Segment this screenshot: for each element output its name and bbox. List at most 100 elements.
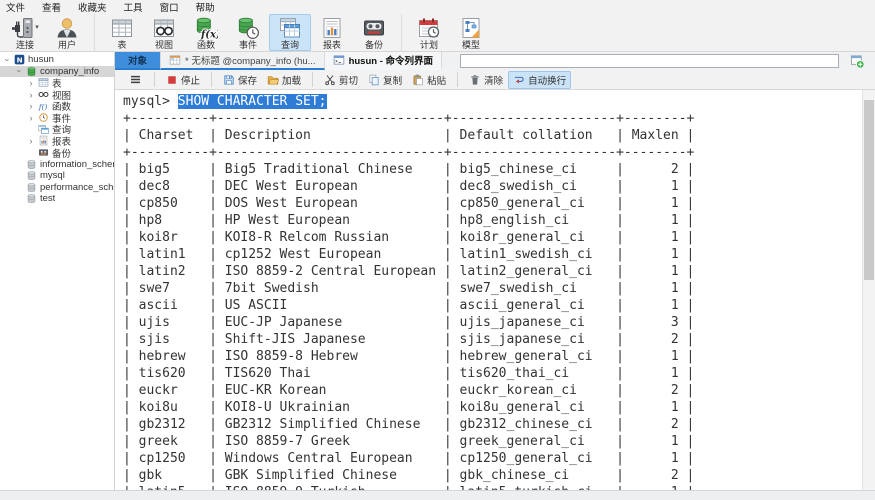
- console-toolbar-button-label: 停止: [181, 73, 200, 87]
- status-bar: [0, 490, 875, 500]
- sql-command-selected[interactable]: SHOW CHARACTER SET;: [178, 94, 327, 109]
- app-window: 文件 查看 收藏夹 工具 窗口 帮助: [0, 0, 875, 500]
- tree-item-label: performance_schema: [40, 182, 114, 193]
- toolbar-button[interactable]: 报表: [311, 14, 353, 51]
- expander-chevron-icon[interactable]: [27, 136, 35, 146]
- scrollbar-thumb[interactable]: [864, 100, 874, 280]
- console-toolbar-button[interactable]: 保存: [218, 71, 262, 89]
- query-icon: [278, 16, 302, 40]
- new-tab-icon: [850, 54, 865, 69]
- toolbar-button-label: 模型: [462, 40, 480, 50]
- toolbar-group: ▾ 连接 用户: [4, 14, 88, 51]
- expander-chevron-icon[interactable]: [27, 90, 35, 100]
- toolbar-button[interactable]: 备份: [353, 14, 395, 51]
- table-icon: [110, 16, 134, 40]
- console-toolbar-button[interactable]: 自动换行: [508, 71, 571, 89]
- save-icon: [223, 74, 235, 86]
- console-menu-button[interactable]: [123, 73, 148, 86]
- tab-bar-filler: [442, 52, 875, 70]
- report-icon: [320, 16, 344, 40]
- console-toolbar-button[interactable]: 停止: [161, 71, 205, 89]
- console-toolbar-button-label: 复制: [383, 73, 402, 87]
- tree-item[interactable]: husun: [0, 54, 114, 66]
- tree-item[interactable]: information_schema: [0, 158, 114, 170]
- wrap-icon: [513, 74, 525, 86]
- console-toolbar-button-label: 自动换行: [528, 73, 566, 87]
- menu-item[interactable]: 查看: [42, 0, 61, 14]
- view-icon: [152, 16, 176, 40]
- menu-item[interactable]: 收藏夹: [78, 0, 107, 14]
- toolbar-button[interactable]: 视图: [143, 14, 185, 51]
- console-toolbar-group: 停止: [154, 72, 205, 87]
- clear-icon: [469, 74, 481, 86]
- toolbar-button[interactable]: 计划: [408, 14, 450, 51]
- console-toolbar-button-label: 加载: [282, 73, 301, 87]
- new-tab-button[interactable]: [847, 54, 867, 69]
- toolbar-button[interactable]: 模型: [450, 14, 492, 51]
- menu-item[interactable]: 工具: [124, 0, 143, 14]
- tree-item[interactable]: performance_schema: [0, 182, 114, 194]
- tab-bar: 对象 * 无标题 @company_info (hu... husun - 命令…: [115, 52, 875, 70]
- load-icon: [267, 74, 279, 86]
- tab[interactable]: 对象: [115, 52, 161, 70]
- console-output[interactable]: mysql> SHOW CHARACTER SET;+----------+--…: [115, 90, 875, 490]
- toolbar-button[interactable]: ▾ 连接: [4, 14, 46, 51]
- console-toolbar-button-label: 剪切: [339, 73, 358, 87]
- tree-item[interactable]: test: [0, 193, 114, 205]
- filter-input[interactable]: [460, 54, 839, 68]
- sql-console[interactable]: mysql> SHOW CHARACTER SET;+----------+--…: [115, 90, 875, 490]
- tab-label: 对象: [128, 53, 147, 67]
- console-toolbar-button[interactable]: 加载: [262, 71, 306, 89]
- toolbar-button[interactable]: 用户: [46, 14, 88, 51]
- toolbar-button[interactable]: 查询: [269, 14, 311, 51]
- tree-item-label: test: [40, 193, 55, 204]
- tab-label: * 无标题 @company_info (hu...: [185, 53, 316, 67]
- tree-item[interactable]: 备份: [0, 147, 114, 159]
- toolbar-button[interactable]: 表: [101, 14, 143, 51]
- navicat-icon: [14, 54, 25, 65]
- expander-chevron-icon[interactable]: [27, 78, 35, 88]
- plan-icon: [417, 16, 441, 40]
- table-sm-icon: [38, 77, 49, 88]
- toolbar-button-label: 报表: [323, 40, 341, 50]
- toolbar-button-label: 事件: [239, 40, 257, 50]
- expander-chevron-icon[interactable]: [15, 66, 23, 76]
- console-toolbar-button[interactable]: 清除: [464, 71, 508, 89]
- view-sm-icon: [38, 89, 49, 100]
- console-toolbar-button[interactable]: 复制: [363, 71, 407, 89]
- dropdown-arrow-icon: ▾: [35, 15, 39, 40]
- expander-chevron-icon[interactable]: [27, 113, 35, 123]
- console-toolbar: 停止 保存: [115, 70, 875, 90]
- event-sm-icon: [38, 112, 49, 123]
- console-toolbar-button-label: 粘贴: [427, 73, 446, 87]
- console-toolbar-button[interactable]: 粘贴: [407, 71, 451, 89]
- db-gray-icon: [26, 159, 37, 170]
- content-area: husun company_info 表: [0, 52, 875, 490]
- menu-item[interactable]: 文件: [6, 0, 25, 14]
- toolbar-button[interactable]: 事件: [227, 14, 269, 51]
- stop-icon: [166, 74, 178, 86]
- event-icon: [236, 16, 260, 40]
- console-toolbar-group: 剪切 复制 粘贴: [312, 72, 451, 87]
- main-pane: 对象 * 无标题 @company_info (hu... husun - 命令…: [115, 52, 875, 490]
- tree-item[interactable]: mysql: [0, 170, 114, 182]
- tab[interactable]: * 无标题 @company_info (hu...: [161, 52, 325, 70]
- menu-item[interactable]: 帮助: [196, 0, 215, 14]
- toolbar-button[interactable]: 函数: [185, 14, 227, 51]
- connection-tree: husun company_info 表: [0, 52, 115, 490]
- expander-chevron-icon[interactable]: [3, 55, 11, 65]
- tree-item-label: 备份: [52, 146, 71, 160]
- tab[interactable]: husun - 命令列界面: [325, 52, 442, 70]
- tab-label: husun - 命令列界面: [349, 53, 433, 67]
- console-toolbar-button-label: 保存: [238, 73, 257, 87]
- user-icon: [55, 16, 79, 40]
- toolbar-button-label: 连接: [16, 40, 34, 50]
- expander-chevron-icon[interactable]: [27, 101, 35, 111]
- console-toolbar-button[interactable]: 剪切: [319, 71, 363, 89]
- func-sm-icon: [38, 101, 49, 112]
- main-toolbar: ▾ 连接 用户: [0, 13, 875, 52]
- model-icon: [459, 16, 483, 40]
- vertical-scrollbar[interactable]: [862, 90, 875, 490]
- menu-item[interactable]: 窗口: [160, 0, 179, 14]
- toolbar-button-label: 查询: [281, 40, 299, 50]
